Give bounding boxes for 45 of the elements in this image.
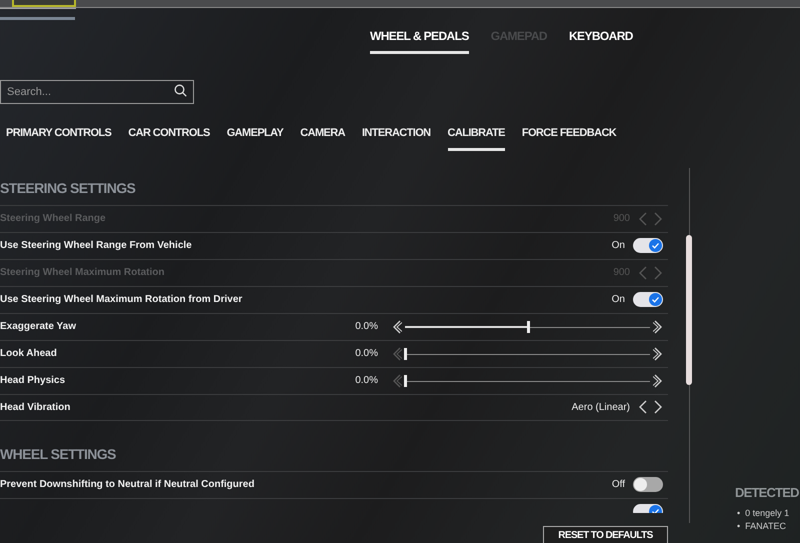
category-tab[interactable]: CALIBRATE — [448, 125, 505, 150]
setting-label: Prevent Downshifting to Neutral if Neutral Configured — [0, 478, 254, 492]
category-tab[interactable]: GAMEPLAY — [226, 125, 284, 150]
toggle-switch[interactable] — [633, 477, 663, 492]
bullet: • — [737, 506, 740, 520]
section-heading: WHEEL SETTINGS — [0, 445, 117, 464]
category-tab[interactable]: INTERACTION — [362, 125, 431, 150]
toggle-switch[interactable] — [633, 292, 663, 307]
device-item: FANATEC — [745, 520, 786, 532]
reset-defaults-button[interactable]: RESET TO DEFAULTS — [543, 526, 668, 543]
slider-track[interactable] — [405, 346, 650, 360]
device-tab[interactable]: WHEEL & PEDALS — [370, 27, 469, 54]
section-heading: STEERING SETTINGS — [0, 179, 136, 198]
setting-value: Aero (Linear) — [572, 400, 630, 414]
slider-thumb[interactable] — [404, 348, 407, 360]
setting-value: 0.0% — [355, 374, 378, 388]
category-tab[interactable]: CAMERA — [300, 125, 345, 150]
search-field[interactable]: Search... — [0, 80, 194, 104]
toggle-switch[interactable] — [633, 238, 663, 253]
category-tab[interactable]: PRIMARY CONTROLS — [6, 125, 112, 150]
setting-value: On — [612, 239, 625, 253]
setting-label: Head Physics — [0, 374, 66, 388]
category-tab[interactable]: FORCE FEEDBACK — [522, 125, 616, 150]
setting-label: Use Steering Wheel Range From Vehicle — [0, 239, 192, 253]
setting-label: Exaggerate Yaw — [0, 320, 76, 334]
slider-track[interactable] — [405, 374, 650, 388]
slider-thumb[interactable] — [404, 374, 407, 386]
setting-value: On — [612, 293, 625, 307]
slider-thumb[interactable] — [526, 320, 530, 332]
setting-label: Steering Wheel Range — [0, 212, 106, 226]
device-tab[interactable]: KEYBOARD — [568, 27, 633, 54]
setting-label: Head Vibration — [0, 400, 70, 414]
setting-value: Off — [612, 478, 625, 492]
slider-track[interactable] — [405, 320, 650, 334]
setting-value: 0.0% — [355, 320, 378, 334]
bullet: • — [737, 520, 740, 532]
device-item: 0 tengely 1 — [745, 506, 790, 520]
category-tab[interactable]: CAR CONTROLS — [128, 125, 210, 150]
search-icon — [174, 84, 187, 97]
panel-heading: DETECTED — [735, 484, 800, 502]
setting-label: Look Ahead — [0, 347, 57, 361]
setting-value: 0.0% — [355, 347, 378, 361]
setting-label: Use Steering Wheel Maximum Rotation from Driver — [0, 293, 242, 307]
setting-label: Steering Wheel Maximum Rotation — [0, 266, 164, 280]
scrollbar-thumb[interactable] — [686, 235, 692, 385]
